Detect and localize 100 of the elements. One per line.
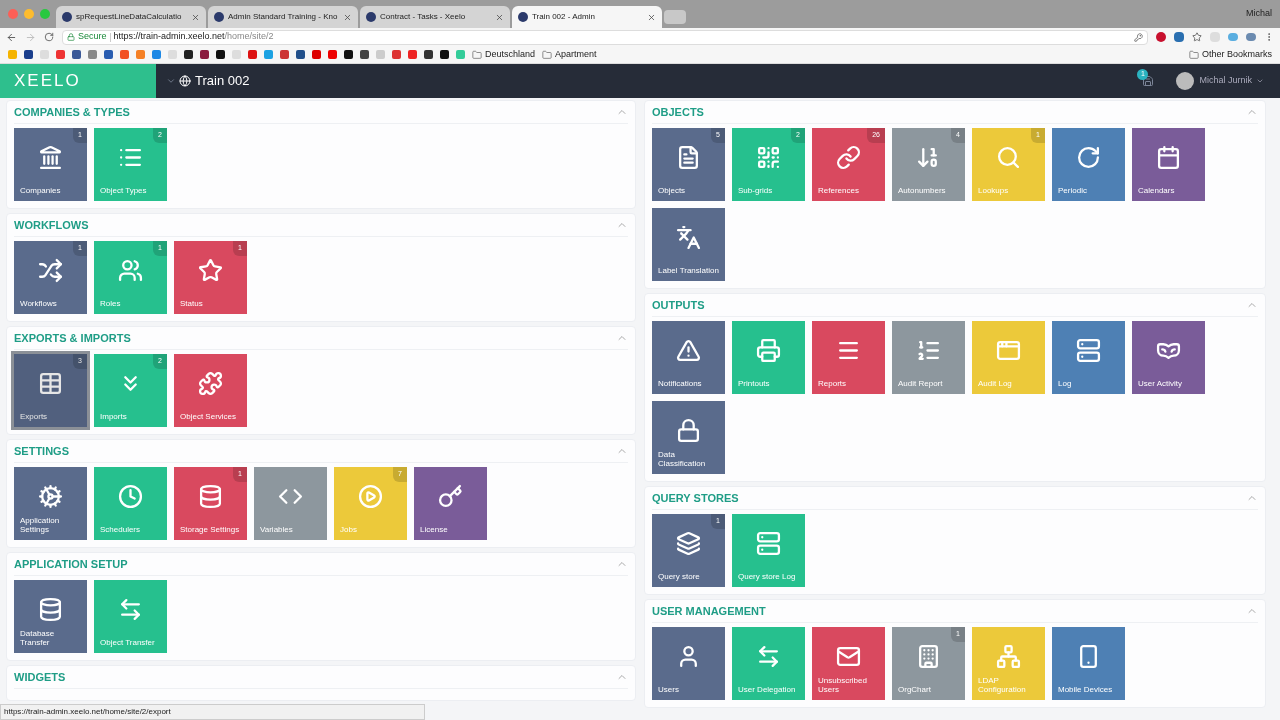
tile-label: Lookups <box>978 186 1010 195</box>
tile-button[interactable]: Data Classification <box>652 401 725 474</box>
browser-tab[interactable]: spRequestLineDataCalculatio <box>56 6 206 28</box>
folder-icon <box>542 49 553 60</box>
link-icon <box>836 145 861 170</box>
new-tab-button[interactable] <box>664 10 686 24</box>
tile-label: Variables <box>260 525 294 534</box>
tile-button[interactable]: Users <box>652 627 725 700</box>
favicon-icon <box>518 12 528 22</box>
section-title: WIDGETS <box>14 669 66 685</box>
back-icon[interactable] <box>6 31 17 43</box>
user-name[interactable]: Michal Jurnik <box>1199 74 1252 88</box>
globe-icon <box>179 75 191 87</box>
profile-name[interactable]: Michal <box>1246 7 1272 21</box>
tile-label: Data Classification <box>658 450 707 468</box>
mail-icon <box>836 644 861 669</box>
reload-icon[interactable] <box>44 32 54 42</box>
printer-icon <box>756 338 781 363</box>
tile-label: Audit Log <box>978 379 1013 388</box>
bookmark-star-icon[interactable] <box>1192 32 1202 42</box>
favicon-icon <box>62 12 72 22</box>
bookmark-folder[interactable]: Deutschland <box>472 47 536 62</box>
star-icon <box>198 258 223 283</box>
tile-button[interactable]: Log <box>1052 321 1125 394</box>
calendar-icon <box>1156 145 1181 170</box>
lock-icon <box>67 33 75 41</box>
close-icon[interactable] <box>343 12 352 22</box>
lock-icon <box>676 418 701 443</box>
minimize-window-icon[interactable] <box>24 9 34 19</box>
document-icon <box>676 145 701 170</box>
qr-code-icon <box>756 145 781 170</box>
search-icon <box>996 145 1021 170</box>
shuffle-icon <box>38 258 63 283</box>
warning-icon <box>676 338 701 363</box>
section-title: OUTPUTS <box>652 297 705 313</box>
tile-button[interactable]: License <box>414 467 487 540</box>
tile-label: Object Transfer <box>100 638 156 647</box>
translate-icon <box>676 225 701 250</box>
forward-icon[interactable] <box>25 31 36 43</box>
browser-tab[interactable]: Admin Standard Training - Kno <box>208 6 358 28</box>
tab-title: Admin Standard Training - Kno <box>228 11 339 23</box>
play-icon <box>358 484 383 509</box>
tile-label: Printouts <box>738 379 771 388</box>
tile-label: Users <box>658 685 680 694</box>
tile-button[interactable]: Unsubscribed Users <box>812 627 885 700</box>
avatar[interactable] <box>1176 72 1195 90</box>
tile-label: Database Transfer <box>20 629 56 647</box>
tile-label: User Activity <box>1138 379 1183 388</box>
tile-label: Imports <box>100 412 128 421</box>
caret-icon[interactable] <box>1256 77 1264 85</box>
tile-button[interactable]: Calendars <box>1132 128 1205 201</box>
tile-button[interactable]: Reports <box>812 321 885 394</box>
address-bar[interactable]: Secure https://train-admin.xeelo.net/home/site/2 <box>62 29 1148 45</box>
tile-label: LDAP Configuration <box>978 676 1027 694</box>
section-title: COMPANIES & TYPES <box>14 104 130 120</box>
section-title: EXPORTS & IMPORTS <box>14 330 131 346</box>
tab-title: Contract - Tasks - Xeelo <box>380 11 467 23</box>
table-icon <box>38 371 63 396</box>
tile-button[interactable]: Application Settings <box>14 467 87 540</box>
tile-label: Periodic <box>1058 186 1088 195</box>
tile-label: OrgChart <box>898 685 932 694</box>
hierarchy-icon <box>996 644 1021 669</box>
section-title: QUERY STORES <box>652 490 739 506</box>
tile-button[interactable]: Notifications <box>652 321 725 394</box>
tile-label: Query store <box>658 572 701 581</box>
tile-button[interactable]: Mobile Devices <box>1052 627 1125 700</box>
caret-icon[interactable] <box>166 76 176 86</box>
tile-label: Query store Log <box>738 572 797 581</box>
url-text: https://train-admin.xeelo.net/home/site/2 <box>113 30 274 44</box>
section-title: SETTINGS <box>14 443 69 459</box>
site-title[interactable]: Train 002 <box>195 71 250 91</box>
tile-button[interactable]: Audit Report <box>892 321 965 394</box>
tile-button[interactable]: Object Services <box>174 354 247 427</box>
browser-tab[interactable]: Contract - Tasks - Xeelo <box>360 6 510 28</box>
tile-label: Jobs <box>340 525 358 534</box>
tile-button[interactable]: User Activity <box>1132 321 1205 394</box>
tile-label: Reports <box>818 379 847 388</box>
tile-label: Unsubscribed Users <box>818 676 868 694</box>
favicon-icon <box>214 12 224 22</box>
browser-tab[interactable]: Train 002 - Admin <box>512 6 662 28</box>
tile-label: Workflows <box>20 299 58 308</box>
tile-button[interactable]: Database Transfer <box>14 580 87 653</box>
bookmark-folder[interactable]: Apartment <box>542 47 597 62</box>
tile-label: Label Translation <box>658 266 720 275</box>
tile-button[interactable]: Variables <box>254 467 327 540</box>
close-icon[interactable] <box>495 12 504 22</box>
tile-label: User Delegation <box>738 685 797 694</box>
bookmark-folder[interactable]: Other Bookmarks <box>1188 47 1272 62</box>
clock-icon <box>118 484 143 509</box>
stack-icon <box>676 531 701 556</box>
section-title: OBJECTS <box>652 104 704 120</box>
tile-button[interactable]: Label Translation <box>652 208 725 281</box>
close-icon[interactable] <box>647 12 656 22</box>
tile-label: Notifications <box>658 379 703 388</box>
window-icon <box>996 338 1021 363</box>
tile-button[interactable]: Periodic <box>1052 128 1125 201</box>
tile-label: Audit Report <box>898 379 944 388</box>
save-icon[interactable] <box>1142 75 1155 87</box>
people-icon <box>118 258 143 283</box>
close-icon[interactable] <box>191 12 200 22</box>
